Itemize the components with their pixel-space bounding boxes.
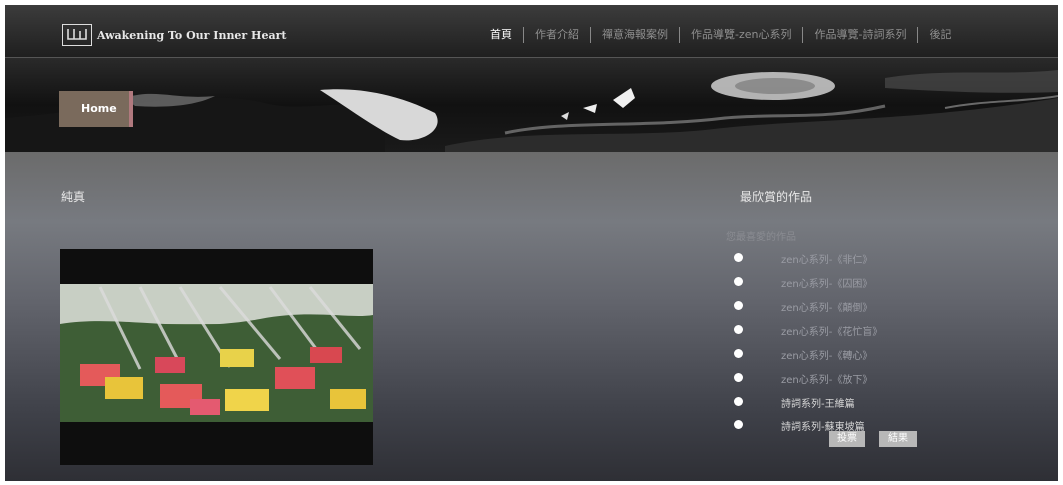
header-banner-image <box>5 58 1058 152</box>
site-title[interactable]: Awakening To Our Inner Heart <box>97 29 286 42</box>
page-frame: Awakening To Our Inner Heart 首頁 作者介紹 禪意海… <box>5 5 1058 481</box>
poll-subtitle: 您最喜愛的作品 <box>726 232 796 243</box>
nav-item-author[interactable]: 作者介紹 <box>524 27 590 43</box>
radio-button[interactable] <box>734 277 743 286</box>
logo-icon[interactable] <box>62 24 92 46</box>
poll-option[interactable]: 詩詞系列-王維篇 <box>732 395 992 410</box>
poll-option[interactable]: zen心系列-《放下》 <box>732 371 992 386</box>
poll-option-label: zen心系列-《放下》 <box>781 375 873 386</box>
video-player[interactable] <box>60 249 373 465</box>
radio-button[interactable] <box>734 301 743 310</box>
poll-option-label: zen心系列-《顛倒》 <box>781 303 873 314</box>
radio-button[interactable] <box>734 420 743 429</box>
poll-option[interactable]: zen心系列-《非仁》 <box>732 251 992 266</box>
radio-button[interactable] <box>734 397 743 406</box>
poll-option[interactable]: zen心系列-《花忙盲》 <box>732 323 992 338</box>
poll-option[interactable]: zen心系列-《轉心》 <box>732 347 992 362</box>
poll-option-label: zen心系列-《花忙盲》 <box>781 327 883 338</box>
results-button[interactable]: 結果 <box>879 431 917 447</box>
main-nav: 首頁 作者介紹 禪意海報案例 作品導覽-zen心系列 作品導覽-詩詞系列 後記 <box>479 27 962 43</box>
nav-item-poetry-series[interactable]: 作品導覽-詩詞系列 <box>803 27 917 43</box>
poll-option-label: zen心系列-《轉心》 <box>781 351 873 362</box>
poll-option[interactable]: zen心系列-《顛倒》 <box>732 299 992 314</box>
nav-item-zen-series[interactable]: 作品導覽-zen心系列 <box>680 27 802 43</box>
poll-option-label: zen心系列-《非仁》 <box>781 255 873 266</box>
section-heading-left: 純真 <box>61 190 86 204</box>
poll-option[interactable]: zen心系列-《囚困》 <box>732 275 992 290</box>
radio-button[interactable] <box>734 253 743 262</box>
poll-option-label: 詩詞系列-王維篇 <box>781 399 855 410</box>
top-navigation-bar: Awakening To Our Inner Heart 首頁 作者介紹 禪意海… <box>5 5 1058 58</box>
breadcrumb-home[interactable]: Home <box>59 91 133 127</box>
nav-item-poster-cases[interactable]: 禪意海報案例 <box>591 27 679 43</box>
main-content: 純真 最欣賞的作品 您最喜愛的作品 zen心系列-《非仁》 zen心系列-《囚困… <box>5 152 1058 481</box>
radio-button[interactable] <box>734 373 743 382</box>
radio-button[interactable] <box>734 325 743 334</box>
nav-item-home[interactable]: 首頁 <box>479 27 523 43</box>
radio-button[interactable] <box>734 349 743 358</box>
poll-option[interactable]: 詩詞系列-蘇東坡篇 <box>732 418 992 433</box>
poll-option-label: zen心系列-《囚困》 <box>781 279 873 290</box>
nav-item-epilogue[interactable]: 後記 <box>918 27 962 43</box>
vote-button[interactable]: 投票 <box>829 431 865 447</box>
poll-heading: 最欣賞的作品 <box>740 190 813 204</box>
